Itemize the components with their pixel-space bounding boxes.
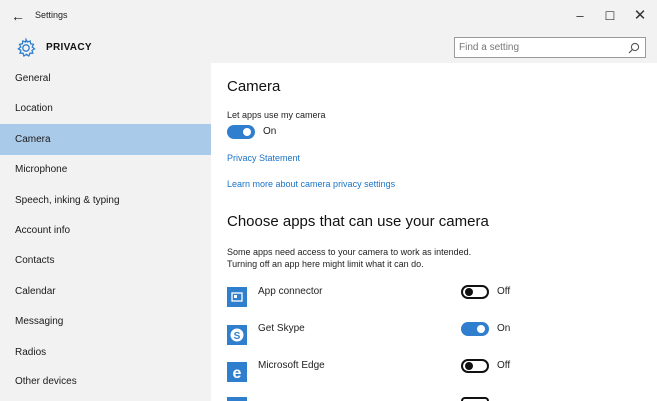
- next-app-icon: [227, 397, 247, 401]
- page-title: Camera: [227, 78, 281, 95]
- back-arrow-icon[interactable]: ←: [8, 7, 28, 25]
- sidebar-item-microphone[interactable]: Microphone: [0, 154, 211, 185]
- sidebar-item-calendar[interactable]: Calendar: [0, 276, 211, 307]
- section-title: PRIVACY: [46, 42, 92, 53]
- sidebar-item-location[interactable]: Location: [0, 93, 211, 124]
- edge-icon: e: [227, 362, 247, 382]
- search-box[interactable]: [454, 37, 646, 58]
- description-line-1: Some apps need access to your camera to …: [227, 247, 472, 257]
- app-name-get-skype: Get Skype: [258, 323, 305, 334]
- gear-icon: [17, 37, 36, 58]
- sidebar-item-speech-inking-typing[interactable]: Speech, inking & typing: [0, 185, 211, 216]
- microsoft-edge-state: Off: [497, 360, 511, 371]
- toggle-knob: [465, 288, 473, 296]
- window-title: Settings: [35, 10, 68, 20]
- next-app-toggle[interactable]: [461, 397, 489, 401]
- description-line-2: Turning off an app here might limit what…: [227, 259, 424, 269]
- title-bar: ← Settings – ☐ ✕: [0, 0, 657, 33]
- search-icon[interactable]: [627, 41, 641, 55]
- sidebar-item-camera[interactable]: Camera: [0, 124, 211, 155]
- choose-apps-heading: Choose apps that can use your camera: [227, 213, 489, 230]
- master-toggle-state: On: [263, 126, 277, 137]
- master-camera-toggle[interactable]: [227, 125, 255, 139]
- sidebar-item-other-devices[interactable]: Other devices: [0, 366, 211, 397]
- svg-text:S: S: [234, 331, 241, 342]
- microsoft-edge-toggle[interactable]: [461, 359, 489, 373]
- maximize-button[interactable]: ☐: [596, 7, 624, 25]
- master-toggle-label: Let apps use my camera: [227, 110, 326, 120]
- sidebar-item-general[interactable]: General: [0, 63, 211, 94]
- app-connector-state: Off: [497, 286, 511, 297]
- sidebar-item-contacts[interactable]: Contacts: [0, 245, 211, 276]
- app-connector-icon: [227, 287, 247, 307]
- app-name-app-connector: App connector: [258, 286, 323, 297]
- minimize-button[interactable]: –: [566, 7, 594, 25]
- get-skype-toggle[interactable]: [461, 322, 489, 336]
- app-connector-toggle[interactable]: [461, 285, 489, 299]
- get-skype-state: On: [497, 323, 511, 334]
- sidebar: General Location Camera Microphone Speec…: [0, 63, 211, 401]
- toggle-knob: [243, 128, 251, 136]
- toggle-knob: [477, 325, 485, 333]
- sidebar-item-radios[interactable]: Radios: [0, 337, 211, 368]
- search-input[interactable]: [459, 40, 619, 55]
- toggle-knob: [465, 362, 473, 370]
- learn-more-link[interactable]: Learn more about camera privacy settings: [227, 179, 395, 189]
- page-header: PRIVACY: [0, 33, 657, 63]
- skype-icon: S: [227, 325, 247, 345]
- main-content: Camera Let apps use my camera On Privacy…: [211, 63, 657, 401]
- sidebar-item-account-info[interactable]: Account info: [0, 215, 211, 246]
- close-button[interactable]: ✕: [626, 7, 654, 25]
- privacy-statement-link[interactable]: Privacy Statement: [227, 153, 300, 163]
- app-name-microsoft-edge: Microsoft Edge: [258, 360, 325, 371]
- svg-text:e: e: [233, 365, 242, 382]
- sidebar-item-messaging[interactable]: Messaging: [0, 306, 211, 337]
